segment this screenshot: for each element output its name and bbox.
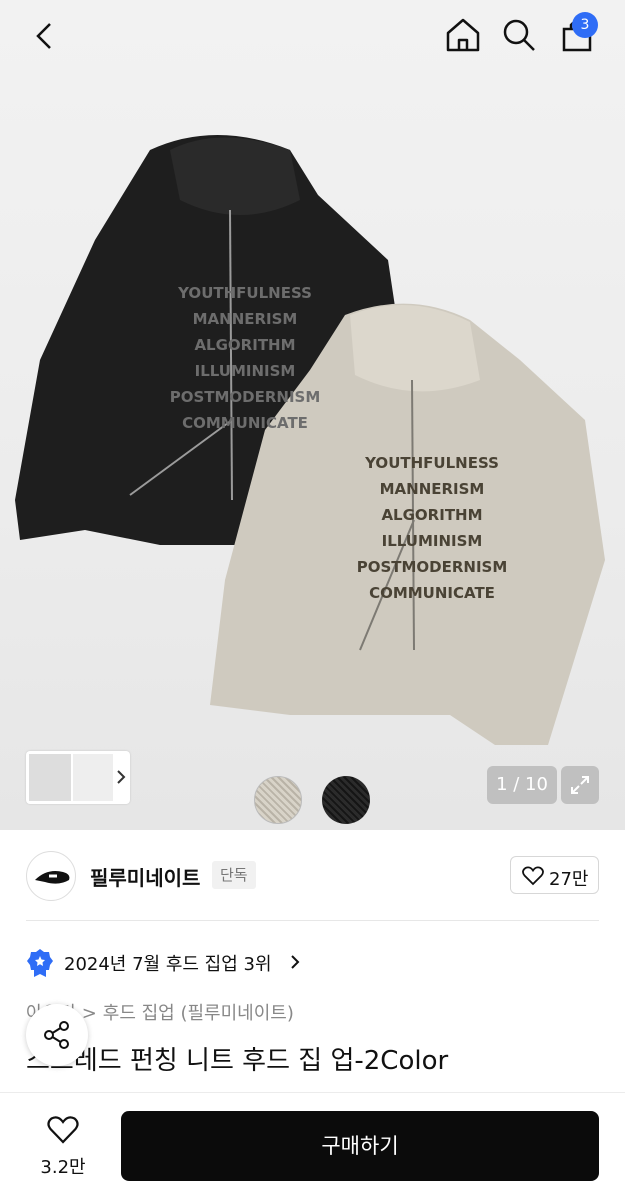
ranking-link[interactable]: 2024년 7월 후드 집업 3위 xyxy=(26,946,426,978)
heart-icon xyxy=(522,866,544,886)
home-icon[interactable] xyxy=(444,16,482,54)
product-title: 스트레드 펀칭 니트 후드 집 업-2Color xyxy=(26,1046,449,1076)
garment-print-black: YOUTHFULNESS MANNERISM ALGORITHM ILLUMIN… xyxy=(169,284,321,432)
bottom-bar: 3.2만 구매하기 xyxy=(0,1092,625,1200)
color-swatch-beige[interactable] xyxy=(254,776,302,824)
thumbnail-1[interactable] xyxy=(29,754,71,801)
medal-icon xyxy=(27,949,53,977)
garment-print-beige: YOUTHFULNESS MANNERISM ALGORITHM ILLUMIN… xyxy=(356,454,508,602)
chevron-right-icon[interactable] xyxy=(115,767,127,787)
exclusive-tag: 단독 xyxy=(212,861,256,889)
expand-button[interactable] xyxy=(561,766,599,804)
expand-icon xyxy=(571,776,589,794)
back-button[interactable] xyxy=(28,18,64,54)
search-icon[interactable] xyxy=(500,16,538,54)
brand-logo-icon xyxy=(35,871,70,884)
share-icon xyxy=(44,1021,69,1049)
buy-button[interactable]: 구매하기 xyxy=(121,1111,599,1181)
brand-row: 필루미네이트 단독 27만 xyxy=(0,845,625,905)
ranking-text: 2024년 7월 후드 집업 3위 xyxy=(64,954,272,975)
chevron-right-icon xyxy=(291,955,300,969)
brand-like-button[interactable]: 27만 xyxy=(510,856,599,894)
product-like-button[interactable]: 3.2만 xyxy=(30,1115,96,1181)
image-pager: 1 / 10 xyxy=(487,766,557,804)
top-bar: 3 xyxy=(0,0,625,72)
thumbnail-strip[interactable] xyxy=(26,751,130,804)
chevron-left-icon xyxy=(36,23,51,49)
thumbnail-2[interactable] xyxy=(73,754,113,801)
divider xyxy=(26,920,599,921)
brand-like-count: 27만 xyxy=(549,869,589,890)
color-swatch-black[interactable] xyxy=(322,776,370,824)
product-like-count: 3.2만 xyxy=(40,1157,86,1178)
brand-logo[interactable] xyxy=(26,851,76,901)
share-button[interactable] xyxy=(26,1004,88,1066)
breadcrumb-current[interactable]: 후드 집업 (필루미네이트) xyxy=(103,1003,294,1024)
product-image[interactable]: YOUTHFULNESS MANNERISM ALGORITHM ILLUMIN… xyxy=(0,0,625,830)
cart-count-badge: 3 xyxy=(572,12,598,38)
brand-name[interactable]: 필루미네이트 xyxy=(90,862,200,891)
heart-icon xyxy=(47,1116,79,1144)
